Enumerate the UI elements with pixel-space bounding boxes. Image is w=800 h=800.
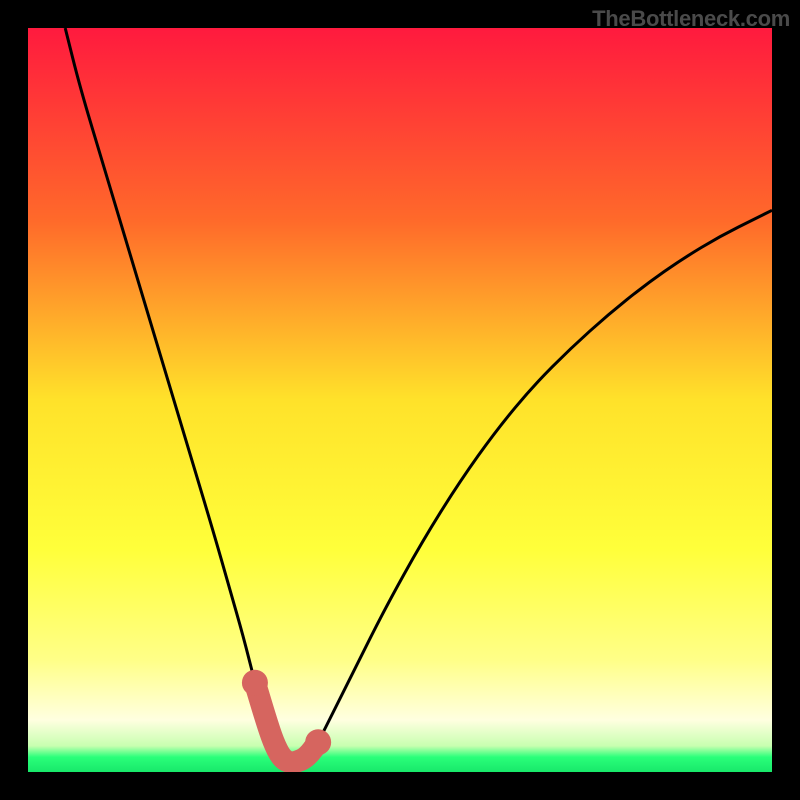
marker-dot bbox=[305, 729, 331, 755]
plot-area bbox=[28, 28, 772, 772]
gradient-background bbox=[28, 28, 772, 772]
marker-dot bbox=[242, 670, 268, 696]
chart-frame: TheBottleneck.com bbox=[0, 0, 800, 800]
bottleneck-chart bbox=[28, 28, 772, 772]
